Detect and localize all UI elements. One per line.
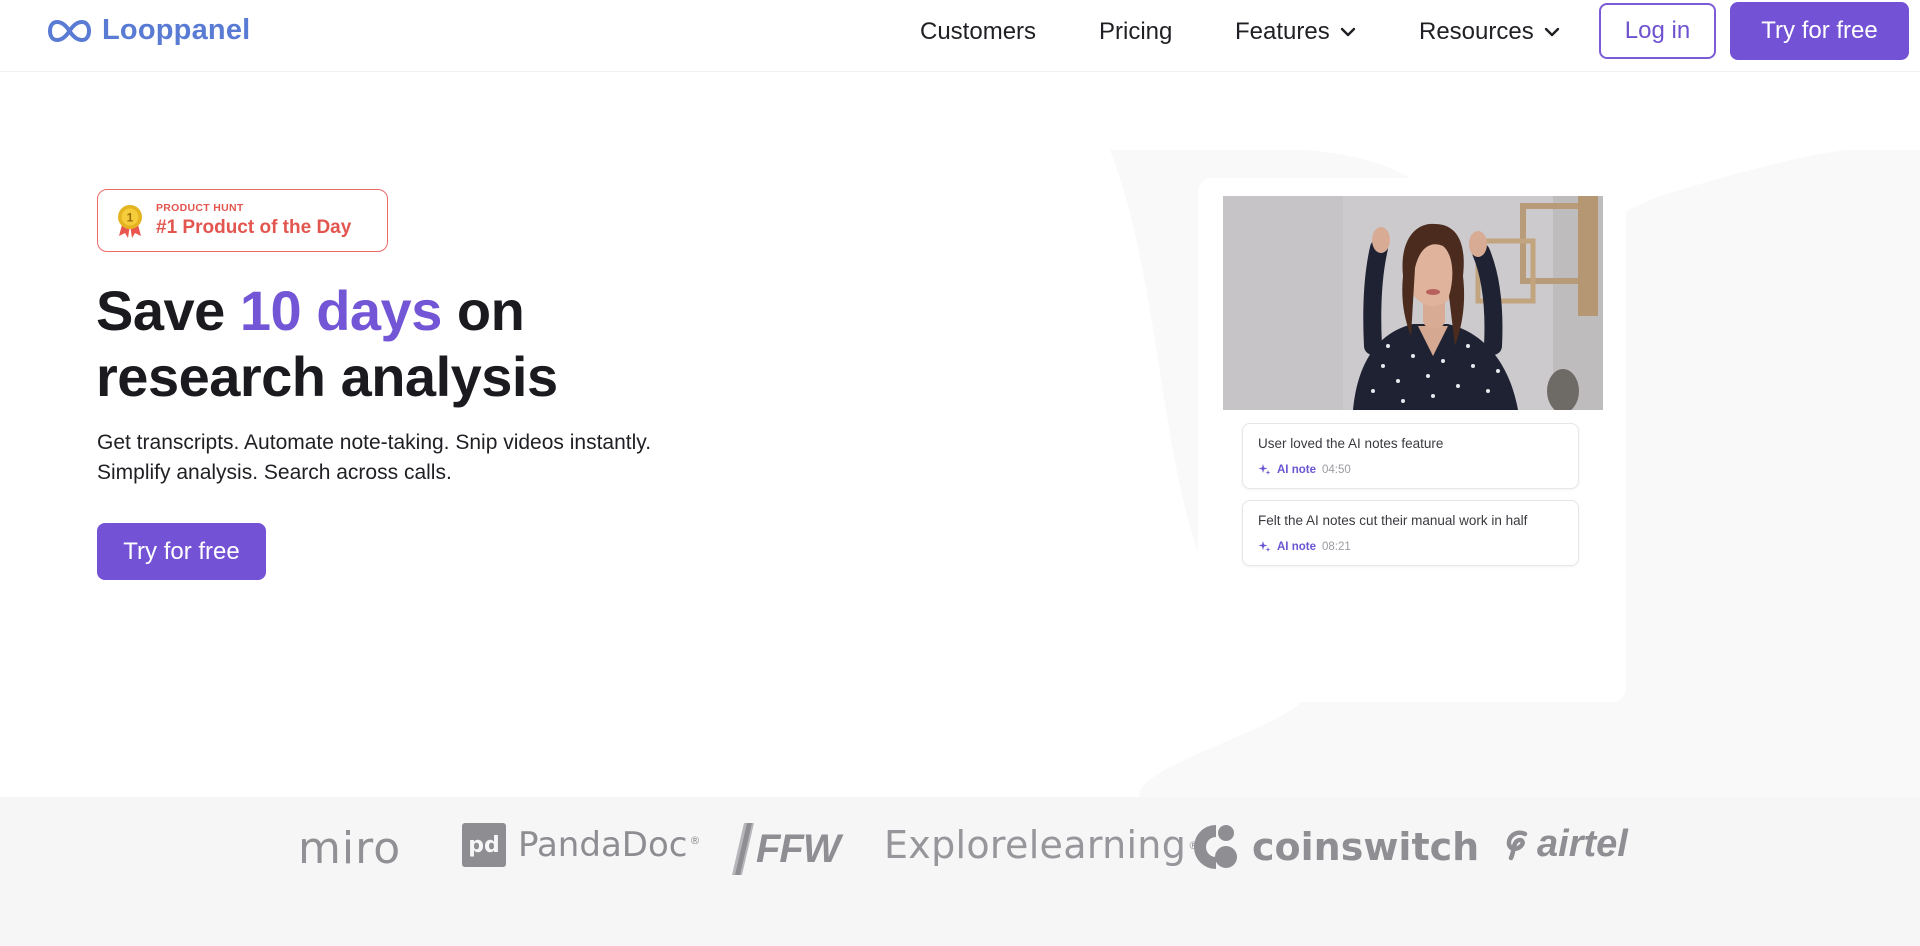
coinswitch-mark xyxy=(1194,825,1237,869)
product-hunt-badge[interactable]: 1 PRODUCT HUNT #1 Product of the Day xyxy=(97,189,388,252)
note-text: User loved the AI notes feature xyxy=(1258,436,1444,451)
airtel-wordmark: airtel xyxy=(1537,823,1628,865)
hero-headline: Save 10 days on research analysis xyxy=(96,278,856,410)
nav-link-label: Features xyxy=(1235,18,1330,45)
airtel-logo: airtel xyxy=(1505,823,1628,866)
note-tag: AI note xyxy=(1277,463,1316,476)
note-timestamp: 04:50 xyxy=(1321,463,1351,476)
customer-logos-strip xyxy=(0,797,1920,946)
nav-link-label: Resources xyxy=(1419,18,1534,45)
login-button[interactable]: Log in xyxy=(1599,3,1716,59)
medal-icon: 1 xyxy=(118,204,142,238)
note-tag: AI note xyxy=(1277,540,1316,553)
explorelearning-wordmark: Explorelearning xyxy=(884,823,1187,867)
sparkle-icon xyxy=(1258,541,1271,552)
sparkle-icon xyxy=(1258,464,1271,475)
try-for-free-nav-button[interactable]: Try for free xyxy=(1730,2,1909,60)
badge-title: #1 Product of the Day xyxy=(156,217,352,238)
subtext-line2: Simplify analysis. Search across calls. xyxy=(97,461,452,484)
explorelearning-logo: Explorelearning ® xyxy=(884,823,1199,867)
nav-dropdown-resources[interactable]: Resources xyxy=(1419,18,1560,46)
try-for-free-hero-button[interactable]: Try for free xyxy=(97,523,266,580)
nav-link-label: Customers xyxy=(920,18,1037,45)
badge-text: PRODUCT HUNT #1 Product of the Day xyxy=(156,202,351,239)
note-text: Felt the AI notes cut their manual work … xyxy=(1258,513,1528,528)
coinswitch-wordmark: coinswitch xyxy=(1252,825,1480,869)
ffw-slash-mark xyxy=(732,823,754,875)
note-meta: AI note 08:21 xyxy=(1258,540,1351,553)
chevron-down-icon xyxy=(1340,27,1355,37)
miro-wordmark: miro xyxy=(298,823,402,874)
pandadoc-name: PandaDoc xyxy=(518,825,688,865)
interview-video[interactable] xyxy=(1223,196,1603,410)
ffw-logo: FFW xyxy=(732,823,841,875)
hero-subtext: Get transcripts. Automate note-taking. S… xyxy=(97,428,857,488)
nav-link-pricing[interactable]: Pricing xyxy=(1099,18,1172,46)
headline-post: on xyxy=(441,279,525,342)
pandadoc-mark: pd xyxy=(462,823,506,867)
subtext-line1: Get transcripts. Automate note-taking. S… xyxy=(97,431,652,454)
headline-pre: Save xyxy=(96,279,240,342)
medal-number: 1 xyxy=(127,210,134,224)
airtel-mark xyxy=(1506,830,1528,860)
coinswitch-logo: coinswitch xyxy=(1192,823,1479,871)
pandadoc-registered: ® xyxy=(689,833,701,847)
pandadoc-wordmark: PandaDoc ® xyxy=(518,825,700,865)
nav-dropdown-features[interactable]: Features xyxy=(1235,18,1356,46)
top-navigation: Looppanel Customers Pricing Features Res… xyxy=(0,0,1920,72)
note-timestamp: 08:21 xyxy=(1321,540,1351,553)
headline-line2: research analysis xyxy=(96,345,558,408)
ffw-wordmark: FFW xyxy=(756,826,841,871)
note-meta: AI note 04:50 xyxy=(1258,463,1351,476)
pandadoc-logo: pd PandaDoc ® xyxy=(462,823,700,867)
chevron-down-icon xyxy=(1544,27,1559,37)
miro-logo: miro xyxy=(298,823,401,874)
nav-link-label: Pricing xyxy=(1099,18,1173,45)
badge-kicker: PRODUCT HUNT xyxy=(156,202,244,214)
ai-note-card[interactable]: User loved the AI notes feature AI note … xyxy=(1242,423,1579,489)
headline-accent: 10 days xyxy=(239,279,443,342)
ai-note-card[interactable]: Felt the AI notes cut their manual work … xyxy=(1242,500,1579,566)
nav-link-customers[interactable]: Customers xyxy=(920,18,1036,46)
